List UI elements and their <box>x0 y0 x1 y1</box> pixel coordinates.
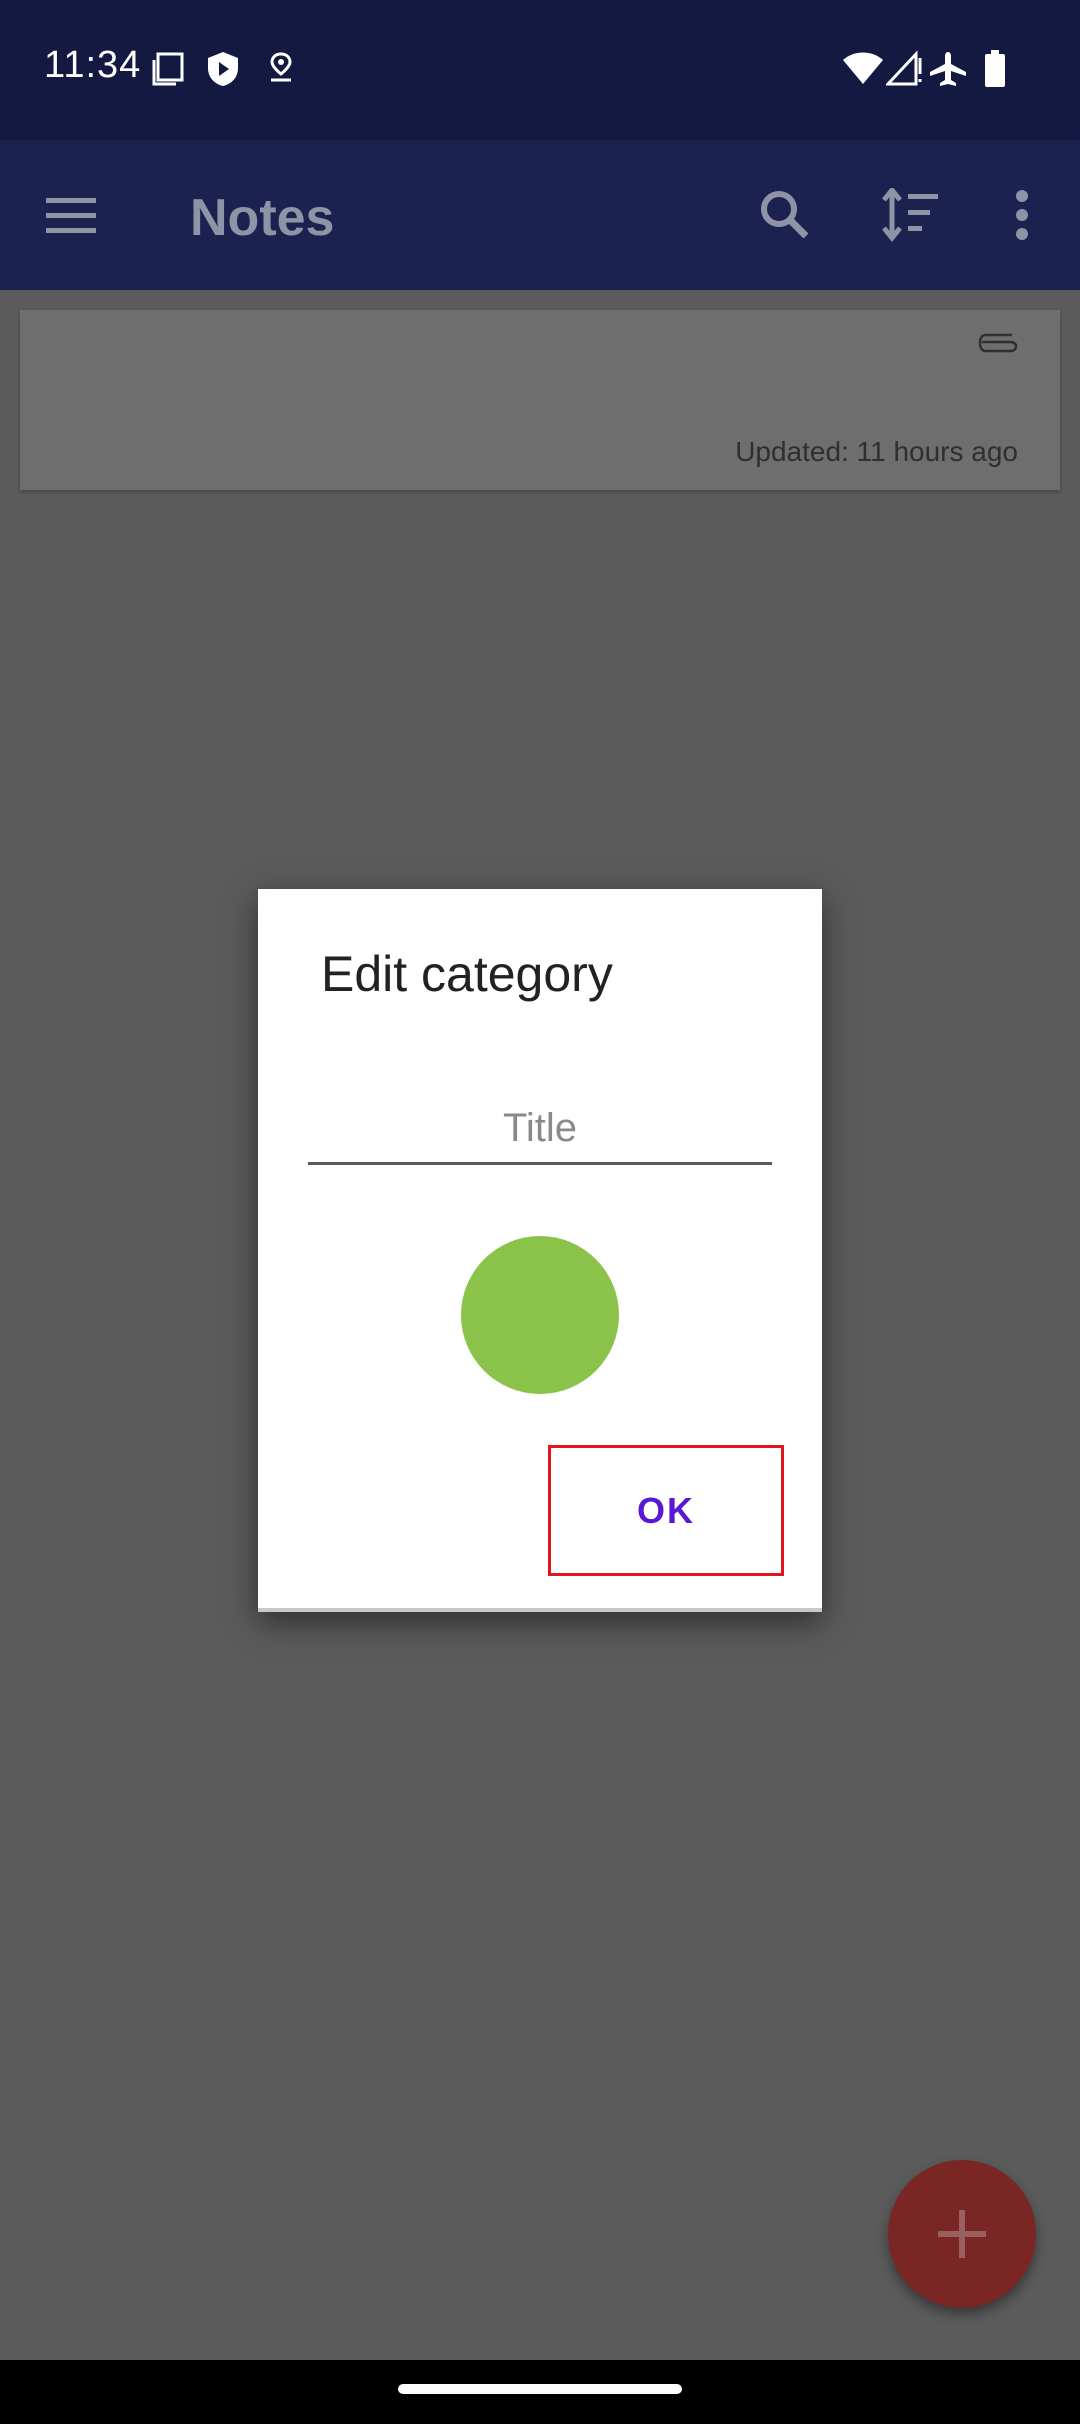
dialog-title: Edit category <box>321 946 613 1002</box>
navigation-bar <box>0 2360 1080 2424</box>
sort-icon[interactable] <box>882 185 942 247</box>
title-input[interactable] <box>308 1095 772 1165</box>
add-note-button[interactable] <box>888 2160 1036 2308</box>
ok-button[interactable]: OK <box>548 1445 784 1576</box>
more-vert-icon[interactable] <box>1012 188 1032 247</box>
app-bar: Notes <box>0 140 1080 290</box>
location-pin-icon <box>266 50 296 91</box>
edit-category-dialog: Edit category OK <box>258 889 822 1612</box>
battery-icon <box>984 50 1006 93</box>
category-color-picker[interactable] <box>461 1236 619 1394</box>
airplane-icon <box>928 50 968 93</box>
screenshot-icon <box>150 50 186 91</box>
status-time: 11:34 <box>44 44 142 86</box>
status-bar: 11:34 <box>0 0 1080 140</box>
note-updated-text: Updated: 11 hours ago <box>735 436 1018 467</box>
search-icon[interactable] <box>758 188 812 247</box>
note-card[interactable]: Updated: 11 hours ago <box>20 310 1060 490</box>
cell-signal-icon <box>884 50 924 91</box>
shield-icon <box>206 50 240 93</box>
menu-icon[interactable] <box>46 196 100 241</box>
wifi-icon <box>842 50 884 91</box>
app-title: Notes <box>190 189 335 247</box>
home-indicator[interactable] <box>398 2384 682 2394</box>
plus-icon <box>938 2210 986 2258</box>
paperclip-icon <box>978 332 1018 359</box>
